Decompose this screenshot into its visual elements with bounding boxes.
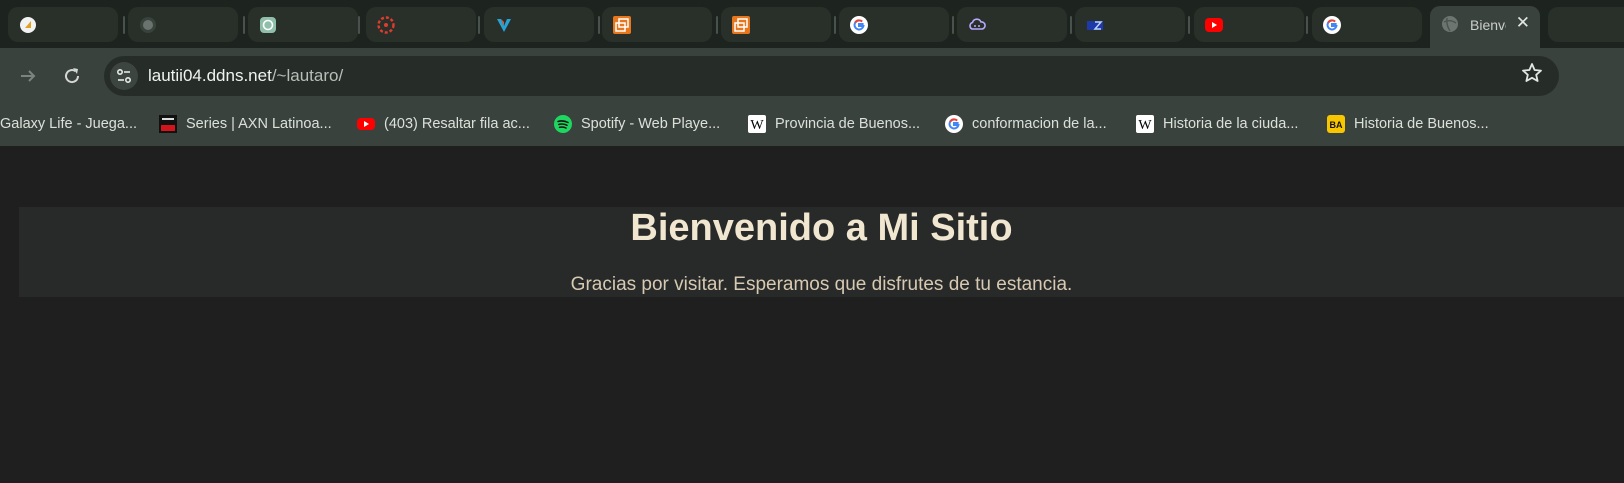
page-viewport: Bienvenido a Mi Sitio Gracias por visita… [0, 146, 1624, 483]
forward-button[interactable] [14, 62, 42, 90]
address-bar[interactable]: lautii04.ddns.net/~lautaro/ [104, 56, 1559, 96]
close-tab-icon[interactable]: ✕ [1516, 13, 1530, 33]
tab-12[interactable] [1312, 7, 1422, 42]
arrow-right-icon [21, 70, 36, 82]
welcome-header: Bienvenido a Mi Sitio Gracias por visita… [19, 207, 1624, 297]
tab-5[interactable] [484, 7, 594, 42]
v-logo-icon [497, 19, 511, 32]
url-path: /~lautaro/ [271, 66, 344, 85]
blue-flag-icon [1087, 21, 1103, 30]
globe-icon [1442, 16, 1458, 32]
welcome-message: Gracias por visitar. Esperamos que disfr… [570, 274, 1073, 295]
active-tab-title: Bienvenido a Mi Sitio [1470, 17, 1506, 33]
google-icon [850, 16, 868, 34]
bookmark-label: Historia de Buenos... [1354, 116, 1489, 132]
tab-2[interactable] [128, 7, 238, 42]
bookmark-label: Galaxy Life - Juega... [0, 116, 138, 132]
svg-text:W: W [750, 118, 764, 133]
tab-strip: Bienvenido a Mi Sitio ✕ [0, 0, 1624, 48]
tab-10[interactable] [1075, 7, 1185, 42]
tab-9[interactable] [957, 7, 1067, 42]
tab-separator [952, 16, 954, 34]
tab-8[interactable] [839, 7, 949, 42]
reload-button[interactable] [58, 62, 86, 90]
tab-separator [358, 16, 360, 34]
tab-separator [1188, 16, 1190, 34]
google-icon [1323, 16, 1341, 34]
blank-doc-icon [20, 17, 36, 33]
bookmark-label: (403) Resaltar fila ac... [384, 116, 530, 132]
cloud-icon [969, 18, 986, 30]
tab-separator [1070, 16, 1072, 34]
spotify-icon [554, 115, 572, 133]
tab-4[interactable] [366, 7, 476, 42]
bookmark-label: Historia de la ciuda... [1163, 116, 1299, 132]
wikipedia-icon: W [748, 115, 766, 133]
tune-icon [117, 69, 132, 84]
red-flower-icon [377, 16, 395, 34]
tab-separator [716, 16, 718, 34]
chatgpt-icon [260, 17, 276, 33]
orange-window-icon [732, 16, 750, 34]
bookmark-label: Provincia de Buenos... [775, 116, 921, 132]
tab-separator [598, 16, 600, 34]
svg-text:W: W [1138, 118, 1152, 133]
page-title: Bienvenido a Mi Sitio [630, 207, 1013, 249]
tab-active[interactable]: Bienvenido a Mi Sitio ✕ [1430, 6, 1540, 48]
tab-separator [834, 16, 836, 34]
youtube-icon [357, 118, 375, 130]
tab-separator [1306, 16, 1308, 34]
tab-11[interactable] [1194, 7, 1304, 42]
google-icon [945, 115, 963, 133]
axn-icon [159, 115, 177, 133]
orange-window-icon [613, 16, 631, 34]
browser-chrome: Bienvenido a Mi Sitio ✕ lautii04.ddns.ne… [0, 0, 1624, 146]
wikipedia-icon: W [1136, 115, 1154, 133]
bookmark-label: conformacion de la... [972, 116, 1107, 132]
svg-text:BA: BA [1330, 120, 1343, 130]
browser-toolbar: lautii04.ddns.net/~lautaro/ [0, 48, 1624, 103]
tab-separator [123, 16, 125, 34]
bookmarks-bar: Galaxy Life - Juega... Series | AXN Lati… [0, 103, 1624, 146]
tab-1[interactable] [8, 7, 118, 42]
url-text: lautii04.ddns.net/~lautaro/ [148, 66, 343, 86]
bookmark-label: Spotify - Web Playe... [581, 116, 721, 132]
tab-separator [243, 16, 245, 34]
youtube-icon [1205, 18, 1223, 32]
tab-7[interactable] [721, 7, 831, 42]
bookmark-label: Series | AXN Latinoa... [186, 116, 332, 132]
tab-3[interactable] [248, 7, 358, 42]
github-icon [140, 17, 156, 33]
tab-overflow[interactable] [1548, 7, 1624, 42]
site-info-button[interactable] [110, 62, 138, 90]
reload-icon [65, 68, 80, 84]
bookmark-star-icon[interactable] [1521, 62, 1543, 90]
tab-separator [478, 16, 480, 34]
url-host: lautii04.ddns.net [148, 66, 272, 85]
ba-icon: BA [1327, 115, 1345, 133]
tab-6[interactable] [602, 7, 712, 42]
